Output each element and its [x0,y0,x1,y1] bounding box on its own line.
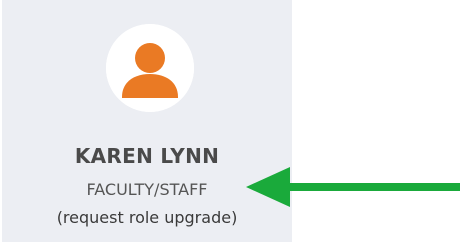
arrow-left-icon [246,167,460,207]
avatar[interactable] [106,24,194,112]
user-silhouette-icon [106,24,194,112]
request-role-upgrade-link[interactable]: (request role upgrade) [2,208,292,227]
stage: KAREN LYNN FACULTY/STAFF (request role u… [0,0,467,242]
